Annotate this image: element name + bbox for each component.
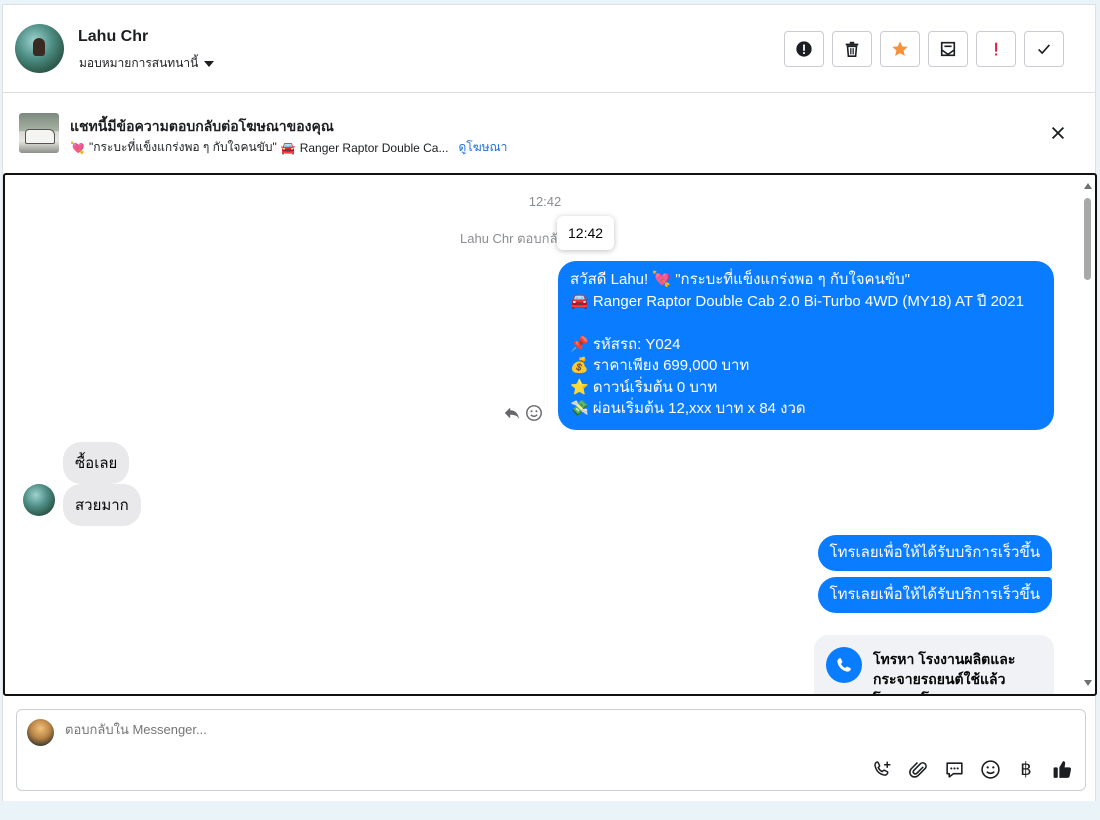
ad-thumbnail[interactable] — [19, 113, 59, 153]
exclamation-icon — [995, 42, 998, 56]
ad-message-bubble[interactable]: สวัสดี Lahu! 💘 "กระบะที่แข็งแกร่งพอ ๆ กั… — [558, 261, 1054, 430]
close-icon[interactable] — [1049, 124, 1067, 142]
spam-icon — [796, 41, 812, 57]
trash-icon — [845, 41, 859, 58]
ad-reply-banner: แชทนี้มีข้อความตอบกลับต่อโฆษณาของคุณ 💘 "… — [3, 94, 1095, 172]
baht-icon[interactable]: ฿ — [1015, 758, 1037, 780]
mark-unread-button[interactable] — [928, 31, 968, 67]
caret-down-icon — [204, 60, 215, 67]
conversation-header: Lahu Chr มอบหมายการสนทนานี้ — [3, 5, 1095, 93]
contact-avatar[interactable] — [15, 24, 64, 73]
mail-icon — [940, 41, 956, 57]
toolbar — [784, 31, 1064, 67]
assign-label: มอบหมายการสนทนานี้ — [79, 56, 199, 70]
outgoing-message[interactable]: โทรเลยเพื่อให้ได้รับบริการเร็วขึ้น — [817, 535, 1052, 571]
timestamp-tooltip: 12:42 — [557, 216, 615, 250]
reply-input[interactable] — [65, 722, 665, 737]
follow-up-button[interactable] — [976, 31, 1016, 67]
sender-avatar — [23, 484, 55, 516]
ad-message-line: ⭐ ดาวน์เริ่มต้น 0 บาท — [570, 378, 718, 396]
phone-icon — [826, 647, 862, 683]
emoji-icon[interactable] — [979, 758, 1001, 780]
message-thread[interactable]: 12:42 Lahu Chr ตอบกลั 12:42 สวัสดี Lahu!… — [3, 173, 1097, 696]
thread-scrollbar[interactable] — [1081, 175, 1095, 694]
reply-icon[interactable] — [503, 404, 521, 422]
view-ad-link[interactable]: ดูโฆษณา — [458, 138, 507, 157]
incoming-message[interactable]: ซื้อเลย — [63, 442, 130, 484]
contact-name[interactable]: Lahu Chr — [78, 28, 148, 46]
like-icon[interactable] — [1051, 758, 1073, 780]
phone-add-icon[interactable] — [871, 758, 893, 780]
assign-conversation-dropdown[interactable]: มอบหมายการสนทนานี้ — [79, 54, 215, 73]
ad-message-line: สวัสดี Lahu! 💘 "กระบะที่แข็งแกร่งพอ ๆ กั… — [570, 271, 910, 288]
ad-model: Ranger Raptor Double Ca... — [299, 140, 449, 155]
delete-button[interactable] — [832, 31, 872, 67]
message-composer: ฿ — [16, 709, 1086, 791]
check-icon — [1038, 44, 1051, 55]
ad-message-line: 📌 รหัสรถ: Y024 — [570, 335, 681, 353]
star-button[interactable] — [880, 31, 920, 67]
page-avatar — [27, 719, 54, 746]
ad-quote: "กระบะที่แข็งแกร่งพอ ๆ กับใจคนขับ" — [88, 140, 277, 154]
scroll-thumb[interactable] — [1084, 198, 1091, 280]
call-button-card[interactable]: โทรหา โรงงานผลิตและกระจายรถยนต์ใช้แล้ว โ… — [814, 635, 1054, 694]
composer-actions: ฿ — [871, 758, 1073, 780]
scroll-up-arrow-icon[interactable] — [1084, 183, 1092, 189]
call-card-text: โทรหา โรงงานผลิตและกระจายรถยนต์ใช้แล้ว โ… — [873, 651, 1016, 694]
car-emoji: 🚘 — [280, 140, 296, 155]
chat-bubble-icon[interactable] — [943, 758, 965, 780]
scroll-down-arrow-icon[interactable] — [1084, 680, 1092, 686]
ad-message-line: 💰 ราคาเพียง 699,000 บาท — [570, 357, 750, 374]
timestamp: 12:42 — [528, 194, 562, 209]
star-icon — [892, 41, 908, 57]
ad-banner-subtitle: 💘 "กระบะที่แข็งแกร่งพอ ๆ กับใจคนขับ" 🚘 R… — [70, 138, 507, 157]
conversation-panel: Lahu Chr มอบหมายการสนทนานี้ แชทนี้มีข้อค… — [2, 4, 1097, 801]
attach-icon[interactable] — [907, 758, 929, 780]
mark-spam-button[interactable] — [784, 31, 824, 67]
ad-banner-title: แชทนี้มีข้อความตอบกลับต่อโฆษณาของคุณ — [70, 118, 334, 134]
ad-message-line: 💸 ผ่อนเริ่มต้น 12,xxx บาท x 84 งวด — [570, 400, 806, 417]
message-actions — [503, 404, 543, 422]
incoming-message[interactable]: สวยมาก — [63, 484, 141, 526]
heart-emoji: 💘 — [70, 140, 85, 155]
mark-done-button[interactable] — [1024, 31, 1064, 67]
ad-message-line: 🚘 Ranger Raptor Double Cab 2.0 Bi-Turbo … — [570, 292, 1024, 310]
react-emoji-icon[interactable] — [525, 404, 543, 422]
outgoing-message[interactable]: โทรเลยเพื่อให้ได้รับบริการเร็วขึ้น — [817, 577, 1052, 613]
reply-note: Lahu Chr ตอบกลั — [460, 231, 558, 246]
